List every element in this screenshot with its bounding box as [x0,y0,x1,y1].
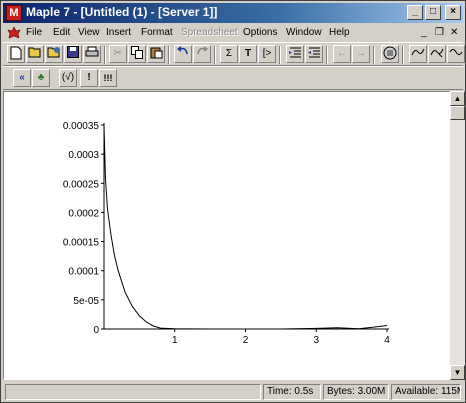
title-bar[interactable]: M Maple 7 - [Untitled (1) - [Server 1]] … [3,3,463,23]
main-toolbar: ✂ Σ T [> ← → [3,42,465,66]
context-toolbar: « ♣ (√) ! !!! [3,66,463,90]
doc-close-icon[interactable]: ✕ [450,27,458,38]
status-time: Time: 0.5s [263,384,321,400]
y-tick-label: 0.0002 [68,208,99,219]
menu-window[interactable]: Window [286,27,322,38]
x-tick-label: 4 [384,335,390,346]
status-message [5,384,261,400]
scroll-thumb[interactable] [450,106,465,120]
redo-icon [193,45,211,63]
y-tick-label: 5e-05 [73,296,99,307]
status-available: Available: 115M [391,384,461,400]
maple-leaf-icon[interactable]: M [6,5,22,21]
x-tick-label: 3 [313,335,319,346]
save-icon[interactable] [64,45,82,63]
doc-minimize-icon[interactable]: _ [421,27,427,38]
y-tick-label: 0.00025 [63,179,100,190]
y-tick-label: 0.00035 [63,121,100,132]
vertical-scrollbar[interactable]: ▲ ▼ [450,91,465,380]
doc-restore-icon[interactable]: ❐ [435,27,444,38]
execute-icon[interactable]: ! [80,69,98,87]
x-tick-label: 2 [243,335,249,346]
scroll-down-icon[interactable]: ▼ [450,365,465,380]
open-icon[interactable] [26,45,44,63]
paste-icon[interactable] [147,45,165,63]
maximize-icon[interactable]: □ [425,5,441,20]
zoom-icon-2[interactable] [428,45,446,63]
menu-insert[interactable]: Insert [106,27,131,38]
menu-format[interactable]: Format [141,27,173,38]
copy-icon[interactable] [128,45,146,63]
close-icon[interactable]: × [445,5,461,20]
y-tick-label: 0.0001 [68,267,99,278]
app-window: M Maple 7 - [Untitled (1) - [Server 1]] … [0,0,466,403]
zoom-icon-3[interactable] [447,45,465,63]
sigma-icon[interactable]: Σ [220,45,238,63]
menu-view[interactable]: View [78,27,100,38]
indent-icon[interactable] [286,45,304,63]
mode-toggle-icon[interactable]: « [13,69,31,87]
x-tick-label: 1 [172,335,178,346]
maple-leaf-icon[interactable]: ♣ [32,69,50,87]
worksheet-area[interactable]: 0 5e-05 0.0001 0.00015 0.0002 0.00025 0.0003 0.… [3,91,450,380]
menu-options[interactable]: Options [243,27,277,38]
stop-icon[interactable] [381,45,399,63]
outdent-icon[interactable] [305,45,323,63]
menu-edit[interactable]: Edit [53,27,70,38]
plot-axes [103,123,389,330]
menu-bar: File Edit View Insert Format Spreadsheet… [3,24,463,42]
undo-icon[interactable] [174,45,192,63]
cut-icon[interactable]: ✂ [109,45,127,63]
y-tick-label: 0.0003 [68,150,99,161]
open-url-icon[interactable] [45,45,63,63]
text-icon[interactable]: T [239,45,257,63]
prompt-icon[interactable]: [> [258,45,276,63]
new-document-icon[interactable] [7,45,25,63]
menu-file[interactable]: File [26,27,42,38]
plot-curve [103,124,388,330]
y-tick-label: 0 [93,325,99,336]
maple-leaf-icon[interactable] [7,26,21,40]
execute-all-icon[interactable]: !!! [99,69,117,87]
print-icon[interactable] [83,45,101,63]
plot-canvas[interactable]: 0 5e-05 0.0001 0.00015 0.0002 0.00025 0.0003 0.… [4,92,451,381]
menu-help[interactable]: Help [329,27,350,38]
zoom-icon-1[interactable] [409,45,427,63]
forward-icon: → [352,45,370,63]
menu-spreadsheet: Spreadsheet [181,27,238,38]
window-title: Maple 7 - [Untitled (1) - [Server 1]] [26,5,218,19]
back-icon: ← [333,45,351,63]
status-bar: Time: 0.5s Bytes: 3.00M Available: 115M [3,382,463,401]
y-tick-label: 0.00015 [63,238,100,249]
scroll-up-icon[interactable]: ▲ [450,91,465,106]
minimize-icon[interactable]: _ [407,5,423,20]
status-bytes: Bytes: 3.00M [323,384,389,400]
evaluate-icon[interactable]: (√) [59,69,77,87]
plot-ticks: 0 5e-05 0.0001 0.00015 0.0002 0.00025 0.0003 0.… [63,121,390,346]
